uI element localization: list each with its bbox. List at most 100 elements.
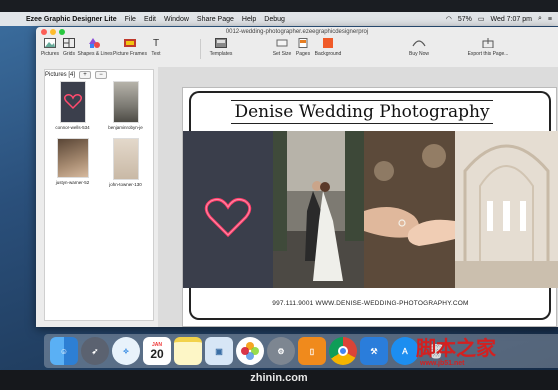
grids-tool-button[interactable]: Grids <box>60 37 78 57</box>
finder-icon[interactable]: ☺ <box>50 337 78 365</box>
photos-icon[interactable] <box>236 337 264 365</box>
menu-window[interactable]: Window <box>164 16 189 23</box>
calendar-day: 20 <box>150 347 164 361</box>
pages-label: Pages <box>295 51 311 57</box>
picture-caption: connor-wells-534 <box>55 125 90 130</box>
launchpad-icon[interactable]: ➶ <box>81 337 109 365</box>
xcode-icon[interactable]: ⚒ <box>360 337 388 365</box>
picture-thumbnail-image[interactable] <box>56 138 89 178</box>
menu-clock[interactable]: Wed 7:07 pm <box>490 16 532 23</box>
text-icon: T <box>152 37 160 49</box>
preview-icon[interactable]: ▣ <box>205 337 233 365</box>
menu-debug[interactable]: Debug <box>264 16 285 23</box>
menu-edit[interactable]: Edit <box>144 16 156 23</box>
pictures-grid: connor-wells-534 benjaminrobyn-je justyn… <box>46 81 152 187</box>
window-title: 0012-wedding-photographer.ezeegraphicdes… <box>225 29 369 35</box>
export-icon <box>481 37 495 49</box>
battery-icon[interactable]: ▭ <box>478 15 485 23</box>
app-window: 0012-wedding-photographer.ezeegraphicdes… <box>36 27 558 327</box>
export-page-button[interactable]: Export this Page... <box>465 37 511 57</box>
safari-icon[interactable]: ✧ <box>112 337 140 365</box>
calendar-icon[interactable]: JAN 20 <box>143 337 171 365</box>
set-size-icon <box>275 37 289 49</box>
add-picture-button[interactable]: + <box>79 71 92 79</box>
close-window-button[interactable] <box>41 29 47 35</box>
menu-file[interactable]: File <box>125 16 136 23</box>
chrome-center-icon <box>338 346 348 356</box>
text-tool-label: Text <box>151 51 161 57</box>
remove-picture-button[interactable]: − <box>95 71 108 79</box>
shapes-icon <box>88 37 102 49</box>
background-button[interactable]: Background <box>313 37 343 57</box>
menu-status-area: ◠ 57% ▭ Wed 7:07 pm ⌕ ≡ <box>446 15 558 23</box>
app-store-icon[interactable]: Ａ <box>391 337 419 365</box>
photo-chapel[interactable] <box>455 131 558 288</box>
picture-thumbnail-image[interactable] <box>59 81 86 123</box>
photo-holding-hands[interactable] <box>364 131 455 288</box>
menu-help[interactable]: Help <box>242 16 256 23</box>
buy-now-label: Buy Now <box>408 51 429 57</box>
shapes-lines-tool-label: Shapes & Lines <box>77 51 113 57</box>
picture-thumbnail[interactable]: connor-wells-534 <box>46 81 99 130</box>
photo-strip <box>183 131 558 288</box>
set-size-label: Set Size <box>272 51 292 57</box>
pictures-icon <box>43 37 57 49</box>
text-tool-button[interactable]: T Text <box>148 37 164 58</box>
toolbar-separator <box>200 39 201 59</box>
notification-center-icon[interactable]: ≡ <box>548 16 552 23</box>
search-icon[interactable]: ⌕ <box>538 15 542 23</box>
buy-now-button[interactable]: Buy Now <box>407 37 431 57</box>
notes-icon[interactable] <box>174 337 202 365</box>
templates-button[interactable]: Templates <box>207 37 235 57</box>
picture-thumbnail[interactable]: justyn-warner-52 <box>46 138 99 187</box>
page-title[interactable]: Denise Wedding Photography <box>234 102 489 122</box>
system-preferences-icon[interactable]: ⚙ <box>267 337 295 365</box>
watermark-url: www.jb51.net <box>420 360 465 367</box>
toolbar: Pictures Grids Shapes & Lines Picture Fr… <box>36 37 558 63</box>
background-label: Background <box>314 51 342 57</box>
window-titlebar[interactable]: 0012-wedding-photographer.ezeegraphicdes… <box>36 27 558 37</box>
set-size-button[interactable]: Set Size <box>271 37 293 57</box>
export-page-label: Export this Page... <box>467 51 509 57</box>
picture-caption: benjaminrobyn-je <box>108 125 143 130</box>
shapes-lines-tool-button[interactable]: Shapes & Lines <box>77 37 113 57</box>
ibooks-icon[interactable]: ▯ <box>298 337 326 365</box>
window-controls <box>41 29 65 35</box>
watermark-logo: 脚本之家 <box>416 336 496 360</box>
photo-neon-heart[interactable] <box>183 131 273 288</box>
page-footer-contact[interactable]: 997.111.9001 WWW.DENISE-WEDDING-PHOTOGRA… <box>183 300 558 307</box>
menu-share-page[interactable]: Share Page <box>197 16 234 23</box>
picture-thumbnail[interactable]: benjaminrobyn-je <box>99 81 152 130</box>
photo-couple-lake[interactable] <box>273 131 364 288</box>
minimize-window-button[interactable] <box>50 29 56 35</box>
zoom-window-button[interactable] <box>59 29 65 35</box>
picture-frames-tool-button[interactable]: Picture Frames <box>112 37 148 57</box>
design-canvas-area[interactable]: Denise Wedding Photography 997.111.9001 … <box>158 67 558 327</box>
screen-top-bezel <box>0 0 558 12</box>
grids-tool-label: Grids <box>63 51 75 57</box>
pictures-panel-title: Pictures [4] <box>45 72 76 78</box>
pages-icon <box>296 37 310 49</box>
templates-label: Templates <box>209 51 233 57</box>
buy-now-icon <box>412 37 426 49</box>
picture-frames-tool-label: Picture Frames <box>113 51 147 57</box>
menu-app-name[interactable]: Ezee Graphic Designer Lite <box>26 16 117 23</box>
page-title-box[interactable]: Denise Wedding Photography <box>231 100 493 124</box>
grid-icon <box>62 37 76 49</box>
pictures-tool-button[interactable]: Pictures <box>40 37 60 57</box>
laptop-label: zhinin.com <box>250 372 308 384</box>
design-page[interactable]: Denise Wedding Photography 997.111.9001 … <box>182 87 558 327</box>
menu-bar: Ezee Graphic Designer Lite File Edit Win… <box>0 12 558 26</box>
picture-frames-icon <box>123 37 137 49</box>
picture-thumbnail-image[interactable] <box>112 81 139 123</box>
picture-caption: john-towner-130 <box>109 182 142 187</box>
wifi-icon[interactable]: ◠ <box>446 15 452 23</box>
pictures-tool-label: Pictures <box>40 51 60 57</box>
picture-thumbnail[interactable]: john-towner-130 <box>99 138 152 187</box>
battery-percent[interactable]: 57% <box>458 16 472 23</box>
pages-button[interactable]: Pages <box>293 37 313 57</box>
picture-caption: justyn-warner-52 <box>55 180 90 185</box>
background-icon <box>321 37 335 49</box>
chrome-icon[interactable] <box>329 337 357 365</box>
picture-thumbnail-image[interactable] <box>112 138 139 180</box>
